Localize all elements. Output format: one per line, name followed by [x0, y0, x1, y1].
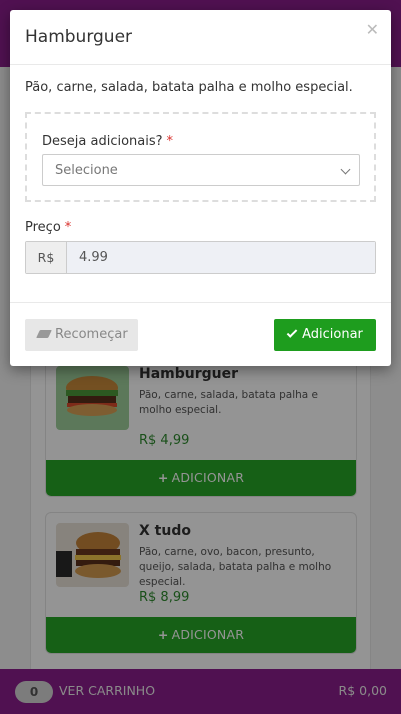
add-to-cart-button[interactable]: Adicionar — [274, 319, 376, 351]
addons-section: Deseja adicionais? * Selecione — [25, 112, 376, 202]
product-modal: Hamburguer ✕ Pão, carne, salada, batata … — [10, 10, 391, 366]
price-input-group: R$ 4.99 — [25, 241, 376, 274]
close-icon[interactable]: ✕ — [366, 20, 379, 39]
check-icon — [286, 327, 298, 338]
addons-label: Deseja adicionais? * — [42, 134, 174, 149]
addons-select[interactable]: Selecione — [42, 154, 360, 186]
eraser-icon — [36, 330, 52, 338]
price-input[interactable]: 4.99 — [67, 242, 375, 273]
price-label: Preço * — [25, 220, 72, 235]
restart-button[interactable]: Recomeçar — [25, 319, 138, 351]
modal-footer: Recomeçar Adicionar — [10, 302, 391, 366]
modal-header: Hamburguer ✕ — [10, 10, 391, 65]
required-mark: * — [64, 220, 72, 235]
modal-title: Hamburguer — [25, 27, 133, 47]
currency-prefix: R$ — [26, 242, 67, 273]
addons-select-placeholder: Selecione — [55, 163, 118, 178]
required-mark: * — [166, 134, 174, 149]
modal-description: Pão, carne, salada, batata palha e molho… — [25, 80, 353, 95]
chevron-down-icon — [340, 164, 351, 175]
